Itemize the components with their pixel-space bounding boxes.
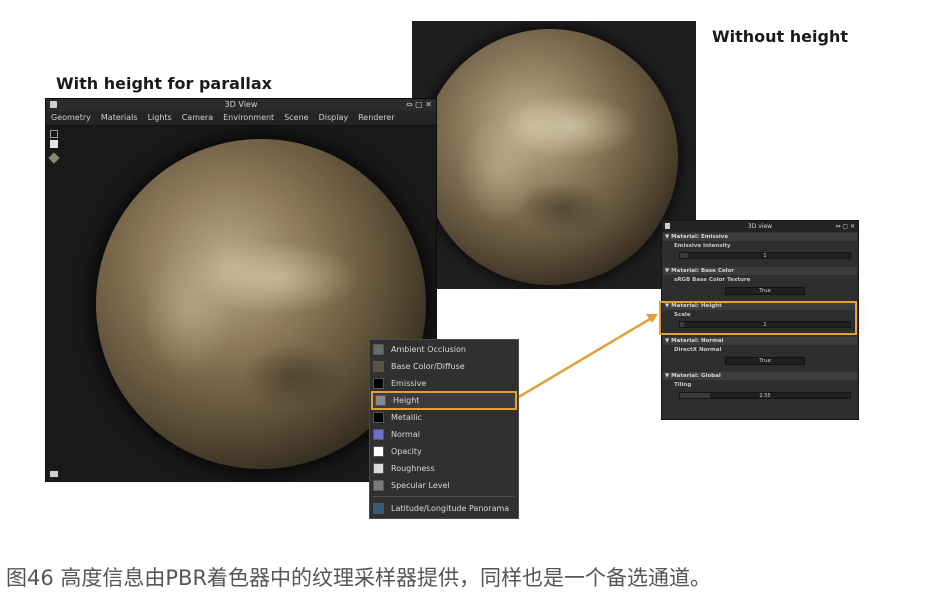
channel-item-metallic[interactable]: Metallic [373, 410, 514, 425]
tiling-value: 2.55 [759, 393, 771, 399]
panel-titlebar[interactable]: 3D view ⇔ ▢ ✕ [662, 221, 858, 232]
height-section-highlight [659, 301, 857, 335]
channel-swatch [373, 463, 384, 474]
channel-label: Latitude/Longitude Panorama [391, 504, 510, 513]
directx-normal-toggle[interactable]: True [725, 357, 805, 365]
panel-title: 3D view [747, 223, 773, 230]
channel-label: Ambient Occlusion [391, 345, 466, 354]
section-base-color[interactable]: ▼ Material: Base Color [663, 267, 857, 275]
srgb-toggle[interactable]: True [725, 287, 805, 295]
channel-label: Emissive [391, 379, 427, 388]
emissive-intensity-slider[interactable]: 1 [679, 252, 851, 259]
channel-item-normal[interactable]: Normal [373, 427, 514, 442]
channel-swatch [373, 361, 384, 372]
srgb-label: sRGB Base Color Texture [674, 277, 751, 283]
channel-label: Metallic [391, 413, 422, 422]
channel-swatch [373, 480, 384, 491]
channel-label: Normal [391, 430, 420, 439]
panel-controls-icon[interactable]: ⇔ ▢ ✕ [835, 221, 855, 232]
figure-caption: 图46 高度信息由PBR着色器中的纹理采样器提供，同样也是一个备选通道。 [6, 566, 712, 590]
section-emissive[interactable]: ▼ Material: Emissive [663, 233, 857, 241]
section-normal[interactable]: ▼ Material: Normal [663, 337, 857, 345]
channel-label: Roughness [391, 464, 435, 473]
channel-swatch [373, 344, 384, 355]
channel-swatch [373, 378, 384, 389]
directx-normal-label: DirectX Normal [674, 347, 722, 353]
channel-label: Opacity [391, 447, 422, 456]
channel-label: Specular Level [391, 481, 450, 490]
channel-item-roughness[interactable]: Roughness [373, 461, 514, 476]
channel-item-ambient-occlusion[interactable]: Ambient Occlusion [373, 342, 514, 357]
tiling-slider[interactable]: 2.55 [679, 392, 851, 399]
tiling-label: Tiling [674, 382, 692, 388]
channel-label: Height [393, 396, 420, 405]
channel-item-panorama[interactable]: Latitude/Longitude Panorama [373, 501, 514, 516]
channel-swatch [373, 446, 384, 457]
slider-fill [680, 253, 688, 258]
channel-swatch [373, 412, 384, 423]
channel-item-height[interactable]: Height [371, 391, 517, 410]
emissive-intensity-label: Emissive Intensity [674, 243, 731, 249]
channel-item-emissive[interactable]: Emissive [373, 376, 514, 391]
connector-line [516, 317, 651, 400]
section-global[interactable]: ▼ Material: Global [663, 372, 857, 380]
slider-fill [680, 393, 710, 398]
channel-swatch [375, 395, 386, 406]
channel-dropdown-menu: Ambient Occlusion Base Color/Diffuse Emi… [369, 339, 519, 519]
emissive-intensity-value: 1 [763, 253, 767, 259]
channel-item-opacity[interactable]: Opacity [373, 444, 514, 459]
channel-swatch [373, 429, 384, 440]
channel-item-specular-level[interactable]: Specular Level [373, 478, 514, 493]
channel-swatch [373, 503, 384, 514]
channel-label: Base Color/Diffuse [391, 362, 465, 371]
channel-item-base-color[interactable]: Base Color/Diffuse [373, 359, 514, 374]
menu-divider [373, 496, 515, 497]
